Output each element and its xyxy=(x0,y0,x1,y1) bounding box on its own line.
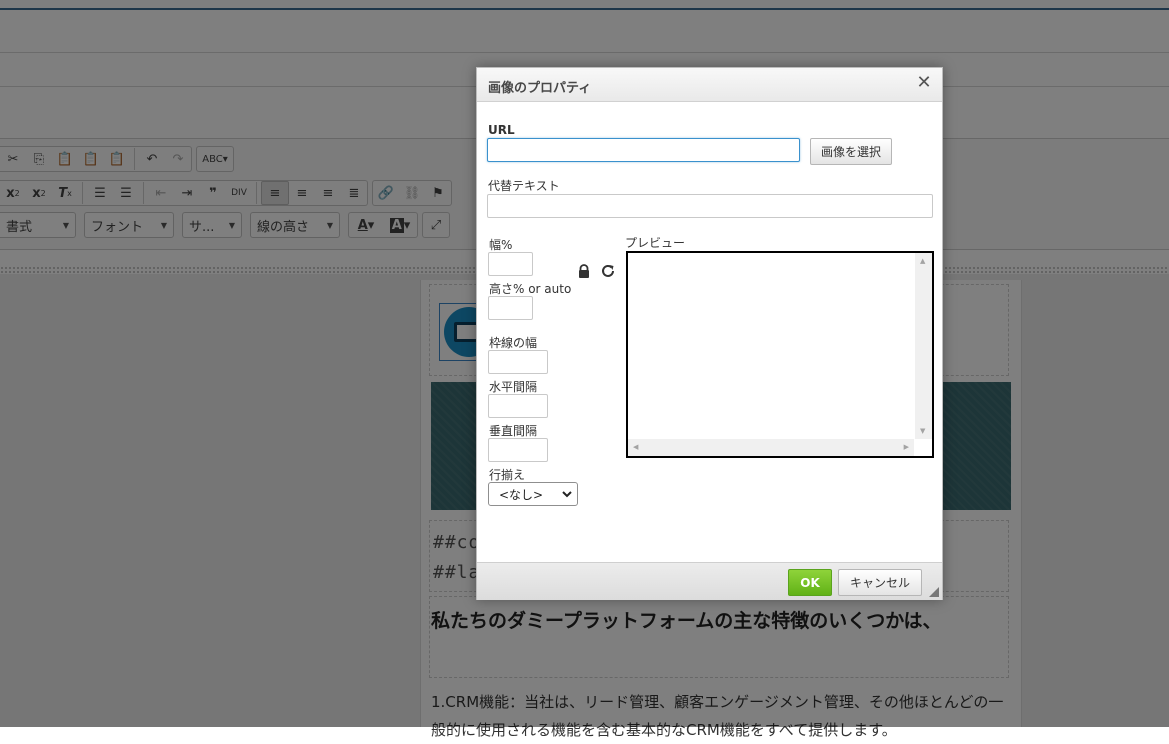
ok-button[interactable]: OK xyxy=(788,569,832,596)
align-select-value: <なし> xyxy=(499,487,544,502)
resize-handle-icon[interactable] xyxy=(929,587,939,597)
border-input[interactable] xyxy=(488,350,548,374)
vspace-label: 垂直間隔 xyxy=(489,424,538,438)
alt-text-input[interactable] xyxy=(487,194,933,218)
image-properties-dialog: 画像のプロパティ ✕ URL 画像を選択 代替テキスト 幅% 高さ% or au… xyxy=(476,67,943,600)
width-label: 幅% xyxy=(489,238,513,252)
width-input[interactable] xyxy=(488,252,533,276)
hspace-input[interactable] xyxy=(488,394,548,418)
vspace-input[interactable] xyxy=(488,438,548,462)
close-icon[interactable]: ✕ xyxy=(914,73,934,93)
vertical-scrollbar[interactable]: ▲ ▼ xyxy=(915,253,932,439)
url-input[interactable] xyxy=(487,138,800,162)
url-label: URL xyxy=(488,123,515,137)
reset-size-icon[interactable] xyxy=(600,263,616,279)
dialog-title-bar[interactable]: 画像のプロパティ ✕ xyxy=(477,68,942,102)
cancel-button[interactable]: キャンセル xyxy=(838,569,922,596)
scroll-up-icon[interactable]: ▲ xyxy=(920,257,925,265)
chevron-down-icon xyxy=(562,490,572,497)
align-label: 行揃え xyxy=(489,468,526,482)
preview-pane[interactable]: ▲ ▼ ◀ ▶ xyxy=(626,251,934,458)
height-label: 高さ% or auto xyxy=(489,282,572,296)
preview-label: プレビュー xyxy=(625,236,686,250)
select-image-button[interactable]: 画像を選択 xyxy=(810,138,892,165)
hspace-label: 水平間隔 xyxy=(489,380,538,394)
dialog-title: 画像のプロパティ xyxy=(488,81,592,96)
alt-text-label: 代替テキスト xyxy=(488,179,560,193)
align-select[interactable]: <なし> xyxy=(488,482,578,506)
border-label: 枠線の幅 xyxy=(489,336,538,350)
scroll-right-icon[interactable]: ▶ xyxy=(904,443,909,451)
height-input[interactable] xyxy=(488,296,533,320)
lock-icon[interactable] xyxy=(577,264,591,278)
dialog-footer: OK キャンセル xyxy=(477,562,942,600)
horizontal-scrollbar[interactable]: ◀ ▶ xyxy=(628,439,914,456)
scroll-down-icon[interactable]: ▼ xyxy=(920,427,925,435)
scroll-left-icon[interactable]: ◀ xyxy=(633,443,638,451)
